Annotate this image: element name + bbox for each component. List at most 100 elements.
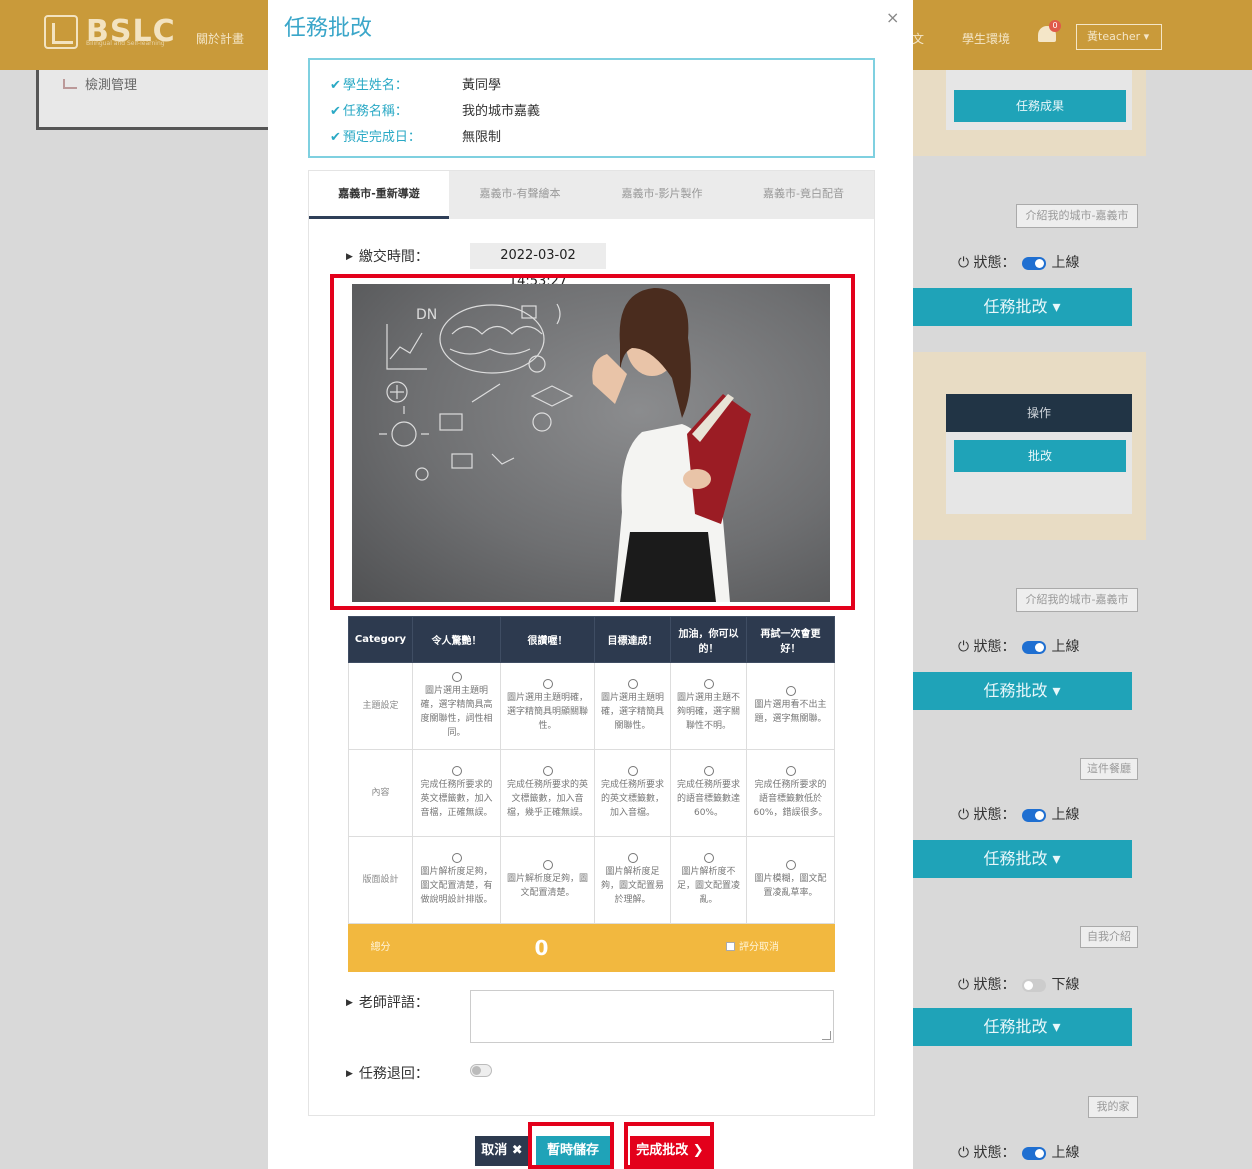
rubric-option-text: 圖片選用主題明確，選字精簡具關聯性。 — [601, 693, 665, 731]
status-toggle[interactable] — [1021, 1146, 1046, 1160]
submission-image[interactable]: DN — [352, 284, 830, 602]
radio-button[interactable] — [542, 860, 553, 870]
info-student-name: ✔ 學生姓名： 黃同學 — [330, 78, 502, 93]
rubric-row-topic: 主題設定 圖片選用主題明確，選字精簡具高度關聯性，詞性相同。 圖片選用主題明確，… — [348, 662, 835, 750]
rubric-header: 加油，你可以的！ — [670, 616, 747, 663]
radio-button[interactable] — [785, 766, 796, 776]
rubric-header: 目標達成！ — [594, 616, 671, 663]
rubric-score-row: 總分 0 評分取消 — [348, 923, 835, 972]
rubric-option[interactable]: 圖片選用主題明確，選字精簡具關聯性。 — [594, 662, 671, 750]
check-icon: ✔ — [330, 104, 341, 119]
rubric-option[interactable]: 完成任務所要求的英文標籤數，加入音檔，正確無誤。 — [412, 749, 501, 837]
rubric-header: Category — [348, 616, 413, 663]
rubric-option-text: 完成任務所要求的語音標籤數達60%。 — [677, 780, 741, 818]
status-toggle[interactable] — [1021, 640, 1046, 654]
review-button[interactable]: 批改 — [954, 440, 1126, 472]
course-tag[interactable]: 我的家 — [1088, 1096, 1138, 1118]
radio-button[interactable] — [703, 853, 714, 863]
cancel-button[interactable]: 取消 ✖ — [475, 1136, 529, 1166]
notification-badge: 0 — [1049, 20, 1061, 32]
rubric-option[interactable]: 完成任務所要求的語音標籤數低於60%，錯誤很多。 — [746, 749, 835, 837]
rubric-option-text: 完成任務所要求的英文標籤數，加入音檔，幾乎正確無誤。 — [507, 780, 589, 818]
close-icon[interactable]: × — [886, 8, 899, 27]
check-icon: ✔ — [330, 78, 341, 93]
rubric-option[interactable]: 圖片解析度不足，圖文配置凌亂。 — [670, 836, 747, 924]
rubric-option-text: 圖片選用看不出主題，選字無關聯。 — [754, 700, 827, 724]
comment-textarea[interactable] — [470, 990, 834, 1043]
status-row: ⏻ 狀態： 上線 — [958, 807, 1080, 823]
status-row: ⏻ 狀態： 上線 — [958, 639, 1080, 655]
rubric-option-text: 圖片解析度足夠，圖文配置清楚，有做說明設計排版。 — [420, 867, 493, 905]
bell-icon[interactable]: 0 — [1036, 20, 1061, 46]
rubric-category: 版面設計 — [348, 836, 413, 924]
radio-button[interactable] — [627, 766, 638, 776]
tab-dubbing[interactable]: 嘉義市-竟白配音 — [733, 171, 874, 219]
radio-button[interactable] — [627, 679, 638, 689]
rubric-option[interactable]: 圖片選用主題不夠明確，選字關聯性不明。 — [670, 662, 747, 750]
task-review-button[interactable]: 任務批改 ▾ — [912, 672, 1132, 710]
course-tag[interactable]: 介紹我的城市-嘉義市 — [1016, 588, 1138, 612]
rubric-option[interactable]: 圖片解析度足夠，圖文配置清楚。 — [500, 836, 595, 924]
radio-button[interactable] — [451, 672, 462, 682]
radio-button[interactable] — [703, 679, 714, 689]
rubric-option-text: 圖片解析度足夠，圖文配置清楚。 — [507, 874, 589, 898]
task-review-button[interactable]: 任務批改 ▾ — [912, 1008, 1132, 1046]
radio-button[interactable] — [451, 766, 462, 776]
rubric-option[interactable]: 圖片解析度足夠，圖文配置清楚，有做說明設計排版。 — [412, 836, 501, 924]
status-row: ⏻ 狀態： 下線 — [958, 977, 1080, 993]
check-icon: ✔ — [330, 130, 341, 145]
rubric-option[interactable]: 圖片選用主題明確，選字精簡具高度關聯性，詞性相同。 — [412, 662, 501, 750]
rubric-option[interactable]: 完成任務所要求的英文標籤數，加入音檔，幾乎正確無誤。 — [500, 749, 595, 837]
modal-title: 任務批改 — [284, 16, 373, 41]
radio-button[interactable] — [451, 853, 462, 863]
radio-button[interactable] — [542, 766, 553, 776]
tab-picture-book[interactable]: 嘉義市-有聲繪本 — [449, 171, 591, 219]
rubric-option-text: 圖片模糊，圖文配置凌亂草率。 — [754, 874, 827, 898]
rubric-option[interactable]: 圖片選用看不出主題，選字無關聯。 — [746, 662, 835, 750]
radio-button[interactable] — [703, 766, 714, 776]
tab-video[interactable]: 嘉義市-影片製作 — [591, 171, 733, 219]
rubric-option-text: 完成任務所要求的英文標籤數，加入音檔，正確無誤。 — [420, 780, 493, 818]
nav-student-env[interactable]: 學生環境 — [962, 30, 1010, 47]
rubric-option-text: 完成任務所要求的英文標籤數，加入音檔。 — [601, 780, 665, 818]
chart-icon — [63, 79, 77, 89]
task-info-box: ✔ 學生姓名： 黃同學 ✔ 任務名稱： 我的城市嘉義 ✔ 預定完成日： 無限制 — [308, 58, 875, 158]
status-row: ⏻ 狀態： 上線 — [958, 255, 1080, 271]
course-tag[interactable]: 介紹我的城市-嘉義市 — [1016, 204, 1138, 228]
rubric-option[interactable]: 圖片模糊，圖文配置凌亂草率。 — [746, 836, 835, 924]
sidebar-item-label: 檢測管理 — [85, 78, 138, 93]
tab-guide[interactable]: 嘉義市-重新導遊 — [309, 171, 449, 219]
logo-subtitle: Bilingual and Self-learning — [86, 40, 165, 47]
checkbox[interactable] — [726, 942, 735, 951]
status-toggle[interactable] — [1021, 808, 1046, 822]
sidebar-item-assessment[interactable]: 檢測管理 — [63, 74, 137, 93]
rubric-option[interactable]: 完成任務所要求的英文標籤數，加入音檔。 — [594, 749, 671, 837]
rubric-option[interactable]: 完成任務所要求的語音標籤數達60%。 — [670, 749, 747, 837]
rubric-option-text: 圖片解析度足夠，圖文配置易於理解。 — [601, 867, 665, 905]
status-toggle[interactable] — [1021, 256, 1046, 270]
rubric-option[interactable]: 圖片選用主題明確，選字精簡具明顯關聯性。 — [500, 662, 595, 750]
radio-button[interactable] — [542, 679, 553, 689]
rubric-option-text: 圖片解析度不足，圖文配置凌亂。 — [677, 867, 741, 905]
nav-lang[interactable]: 文 — [912, 30, 924, 47]
rubric-option[interactable]: 圖片解析度足夠，圖文配置易於理解。 — [594, 836, 671, 924]
nav-about[interactable]: 關於計畫 — [196, 30, 244, 47]
task-result-button[interactable]: 任務成果 — [954, 90, 1126, 122]
review-modal: 任務批改 × ✔ 學生姓名： 黃同學 ✔ 任務名稱： 我的城市嘉義 ✔ 預定完成日： 無限制… — [268, 0, 913, 1169]
score-label: 總分 — [348, 923, 413, 972]
rubric-option-text: 圖片選用主題明確，選字精簡具高度關聯性，詞性相同。 — [420, 686, 493, 738]
task-review-button[interactable]: 任務批改 ▾ — [912, 840, 1132, 878]
rubric-option-text: 完成任務所要求的語音標籤數低於60%，錯誤很多。 — [753, 780, 828, 818]
rubric-table: Category 令人驚艷！ 很讚喔！ 目標達成！ 加油，你可以的！ 再試一次會… — [348, 616, 835, 972]
return-toggle[interactable] — [470, 1064, 492, 1077]
radio-button[interactable] — [785, 860, 796, 870]
rubric-category: 內容 — [348, 749, 413, 837]
radio-button[interactable] — [785, 686, 796, 696]
radio-button[interactable] — [627, 853, 638, 863]
course-tag[interactable]: 自我介紹 — [1080, 926, 1138, 948]
user-dropdown[interactable]: 黃teacher ▾ — [1076, 24, 1162, 50]
status-toggle[interactable] — [1021, 978, 1046, 992]
cancel-score[interactable]: 評分取消 — [670, 923, 835, 972]
course-tag[interactable]: 這件餐廳 — [1080, 758, 1138, 780]
task-review-button[interactable]: 任務批改 ▾ — [912, 288, 1132, 326]
